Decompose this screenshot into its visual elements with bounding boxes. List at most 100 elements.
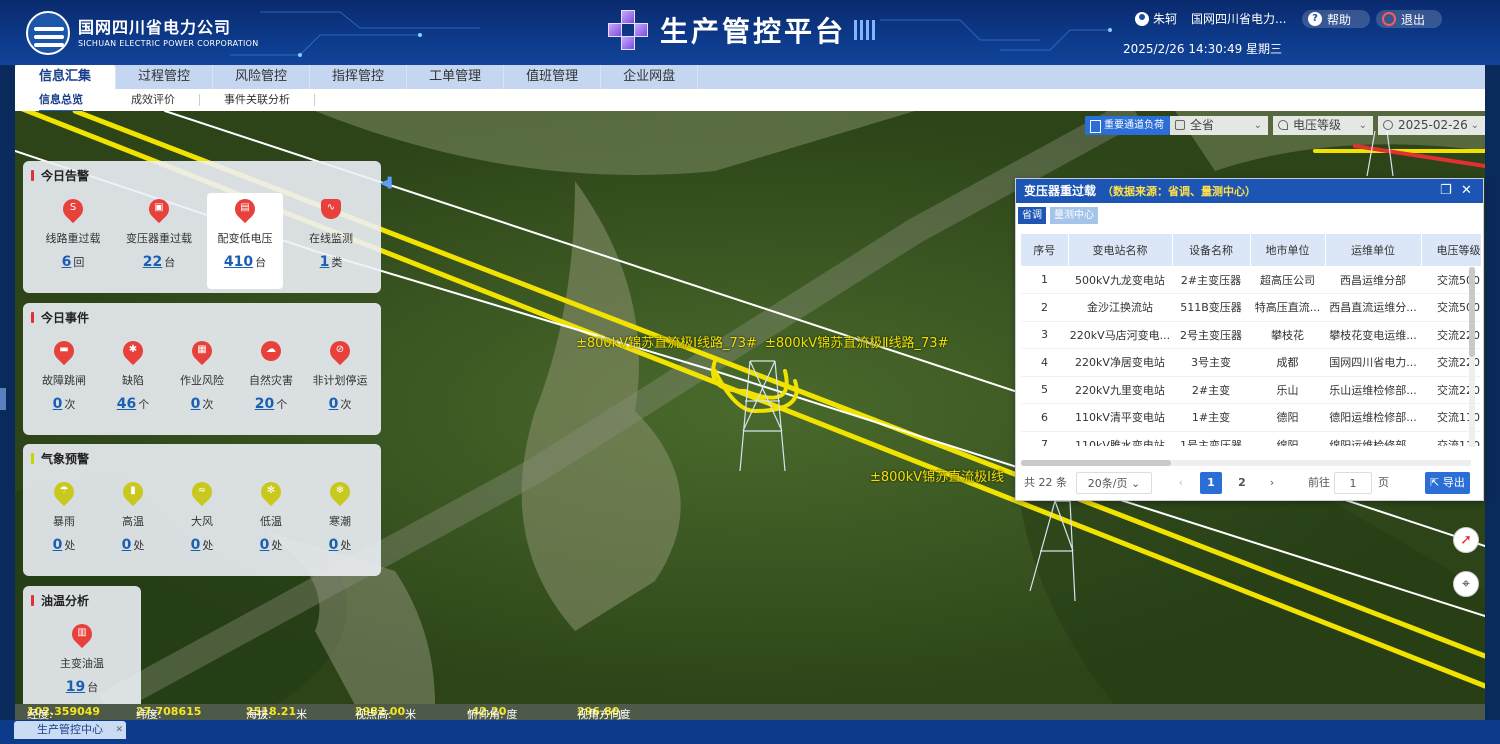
event-value[interactable]: 0 xyxy=(329,396,339,412)
line-label-1[interactable]: ±800kV锦苏直流极Ⅰ线路_73# xyxy=(576,332,757,351)
tab-cloud-disk[interactable]: 企业网盘 xyxy=(601,65,699,89)
subtab-evaluation[interactable]: 成效评价 xyxy=(107,94,200,106)
date-picker[interactable]: 2025-02-26 ⌄ xyxy=(1378,116,1485,135)
collapse-panel-icon[interactable]: ◀▌ xyxy=(380,178,395,192)
source-tab-dispatch[interactable]: 省调 xyxy=(1018,207,1046,224)
locate-icon[interactable]: ⌖ xyxy=(1453,571,1479,597)
vertical-scrollbar[interactable] xyxy=(1469,267,1475,447)
tab-process-control[interactable]: 过程管控 xyxy=(116,65,214,89)
event-item-defect[interactable]: ✱ 缺陷 46 个 xyxy=(95,336,171,412)
close-icon[interactable]: ✕ xyxy=(1461,179,1472,203)
wind-icon: ≈ xyxy=(187,477,217,507)
tab-work-order[interactable]: 工单管理 xyxy=(407,65,505,89)
export-button[interactable]: ⇱ 导出 xyxy=(1425,472,1470,494)
event-value[interactable]: 20 xyxy=(255,396,274,412)
tab-command-control[interactable]: 指挥管控 xyxy=(310,65,408,89)
oil-value[interactable]: 19 xyxy=(66,679,85,695)
weather-item-cold[interactable]: ✻ 低温 0处 xyxy=(233,477,309,553)
status-lat: 纬度: 27.708615 xyxy=(136,705,202,721)
alarm-value[interactable]: 22 xyxy=(143,254,162,270)
help-button[interactable]: ? 帮助 xyxy=(1302,10,1370,28)
table-row[interactable]: 6 110kV清平变电站 1#主变 德阳 德阳运维检修部... 交流110 xyxy=(1021,403,1481,432)
rain-icon: ☂ xyxy=(49,477,79,507)
weather-value[interactable]: 0 xyxy=(53,537,63,553)
table-cell: 1号主变压器 xyxy=(1172,431,1250,446)
table-cell: 500kV九龙变电站 xyxy=(1068,266,1172,294)
logout-button[interactable]: 退出 xyxy=(1376,10,1442,28)
subtab-event-analysis[interactable]: 事件关联分析 xyxy=(200,94,315,106)
table-row[interactable]: 1 500kV九龙变电站 2#主变压器 超高压公司 西昌运维分部 交流500 xyxy=(1021,266,1481,294)
weather-value[interactable]: 0 xyxy=(260,537,270,553)
tab-duty[interactable]: 值班管理 xyxy=(504,65,602,89)
weather-value[interactable]: 0 xyxy=(122,537,132,553)
event-item-outage[interactable]: ⊘ 非计划停运 0次 xyxy=(302,336,378,412)
tab-risk-control[interactable]: 风险管控 xyxy=(213,65,311,89)
prev-page-icon[interactable]: ‹ xyxy=(1171,472,1191,494)
status-lon: 经度: 102.359049 xyxy=(27,705,101,721)
outage-icon: ⊘ xyxy=(325,336,355,366)
region-select[interactable]: 全省 ⌄ xyxy=(1170,116,1268,135)
event-value[interactable]: 0 xyxy=(53,396,63,412)
page-2-button[interactable]: 2 xyxy=(1231,472,1253,494)
table-row[interactable]: 2 金沙江换流站 511B变压器 特高压直流... 西昌直流运维分... 交流500 xyxy=(1021,293,1481,322)
alarm-value[interactable]: 410 xyxy=(224,254,253,270)
line-label-3[interactable]: ±800kV锦苏直流极Ⅰ线 xyxy=(870,466,1004,485)
col-header: 设备名称 xyxy=(1172,234,1251,266)
map-status-bar: 经度: 102.359049 纬度: 27.708615 海拔: 2518.21… xyxy=(15,704,1485,721)
table-row[interactable]: 3 220kV马店河变电... 2号主变压器 攀枝花 攀枝花变电运维... 交流220 xyxy=(1021,321,1481,349)
bottom-tab-control-center[interactable]: 生产管控中心 ✕ xyxy=(14,721,126,739)
event-item-trip[interactable]: ▬ 故障跳闸 0次 xyxy=(26,336,102,412)
disaster-icon: ☁ xyxy=(261,341,281,365)
table-cell: 220kV九里变电站 xyxy=(1068,376,1172,404)
compass-icon[interactable]: ➚ xyxy=(1453,527,1479,553)
weather-item-heat[interactable]: ▮ 高温 0处 xyxy=(95,477,171,553)
weather-item-cold-wave[interactable]: ❄ 寒潮 0处 xyxy=(302,477,378,553)
event-value[interactable]: 0 xyxy=(191,396,201,412)
table-cell: 绵阳运维检修部... xyxy=(1325,431,1421,446)
weather-item-wind[interactable]: ≈ 大风 0处 xyxy=(164,477,240,553)
col-header: 电压等级 xyxy=(1421,234,1481,266)
event-panel-title: 今日事件 xyxy=(31,309,89,326)
event-value[interactable]: 46 xyxy=(117,396,136,412)
line-label-2[interactable]: ±800kV锦苏直流极Ⅱ线路_73# xyxy=(765,332,948,351)
next-page-icon[interactable]: › xyxy=(1262,472,1282,494)
oil-item-main-transformer[interactable]: ▥ 主变油温 19 台 xyxy=(44,619,120,695)
horizontal-scrollbar[interactable] xyxy=(1021,460,1471,466)
dialog-header: 变压器重过载 （数据来源：省调、量测中心） ❐ ✕ xyxy=(1016,179,1483,203)
voltage-select[interactable]: 电压等级 ⌄ xyxy=(1273,116,1373,135)
alarm-value[interactable]: 1 xyxy=(320,254,330,270)
maximize-icon[interactable]: ❐ xyxy=(1440,179,1452,203)
key-channel-load-button[interactable]: 重要通道负荷 xyxy=(1085,116,1170,135)
alarm-item-line-overload[interactable]: S 线路重过载 6回 xyxy=(35,194,111,270)
event-item-work-risk[interactable]: ▦ 作业风险 0次 xyxy=(164,336,240,412)
close-icon[interactable]: ✕ xyxy=(115,721,123,739)
alarm-item-transformer-overload[interactable]: ▣ 变压器重过载 22 台 xyxy=(121,194,197,270)
alarm-item-online-monitor[interactable]: ∿ 在线监测 1类 xyxy=(293,199,369,270)
event-item-disaster[interactable]: ☁ 自然灾害 20 个 xyxy=(233,341,309,412)
goto-page-input[interactable]: 1 xyxy=(1334,472,1372,494)
alarm-value[interactable]: 6 xyxy=(62,254,72,270)
tab-info-collect[interactable]: 信息汇集 xyxy=(15,65,117,89)
table-row[interactable]: 4 220kV净居变电站 3号主变 成都 国网四川省电力... 交流220 xyxy=(1021,348,1481,377)
transformer-overload-dialog: 变压器重过载 （数据来源：省调、量测中心） ❐ ✕ 省调 量测中心 序号 变电站名… xyxy=(1015,178,1484,501)
subtab-overview[interactable]: 信息总览 xyxy=(15,94,107,112)
user-info[interactable]: 朱轲 国网四川省电力... xyxy=(1135,10,1286,27)
alarm-item-low-voltage[interactable]: ▤ 配变低电压 410 台 xyxy=(207,193,283,289)
weather-item-rain[interactable]: ☂ 暴雨 0处 xyxy=(26,477,102,553)
sub-nav: 信息总览 成效评价 事件关联分析 xyxy=(15,89,1485,112)
table-row[interactable]: 5 220kV九里变电站 2#主变 乐山 乐山运维检修部... 交流220 xyxy=(1021,376,1481,404)
dialog-title: 变压器重过载 xyxy=(1024,184,1097,198)
table-row[interactable]: 7 110kV雎水变电站 1号主变压器 绵阳 绵阳运维检修部... 交流110 xyxy=(1021,431,1481,446)
page-size-select[interactable]: 20条/页 ⌄ xyxy=(1076,472,1152,494)
source-tab-metering[interactable]: 量测中心 xyxy=(1050,207,1098,224)
app-header: 国网四川省电力公司 SICHUAN ELECTRIC POWER CORPORA… xyxy=(0,0,1500,65)
side-expand-tab[interactable] xyxy=(0,388,6,410)
chevron-down-icon: ⌄ xyxy=(1358,120,1367,131)
title-bars-decoration xyxy=(854,20,876,40)
table-cell: 成都 xyxy=(1250,348,1325,377)
weather-value[interactable]: 0 xyxy=(329,537,339,553)
page-1-button[interactable]: 1 xyxy=(1200,472,1222,494)
weather-value[interactable]: 0 xyxy=(191,537,201,553)
table-cell: 西昌直流运维分... xyxy=(1325,293,1421,322)
alarm-panel: 今日告警 S 线路重过载 6回 ▣ 变压器重过载 22 台 ▤ 配变低电压 410… xyxy=(23,161,381,293)
